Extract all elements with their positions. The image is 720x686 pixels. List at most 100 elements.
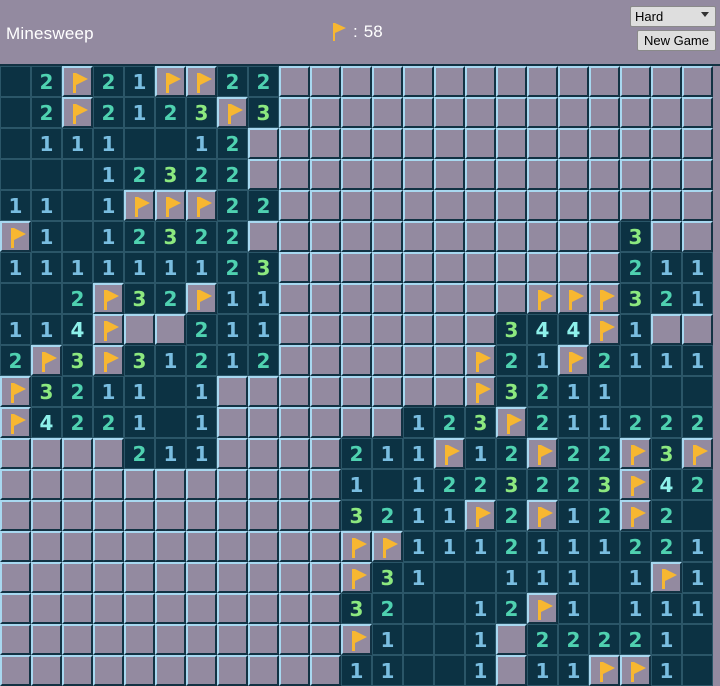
cell-number[interactable]: 2 [155, 97, 186, 128]
cell-hidden[interactable] [403, 128, 434, 159]
cell-number[interactable]: 3 [589, 469, 620, 500]
cell-number[interactable]: 2 [0, 345, 31, 376]
cell-hidden[interactable] [620, 128, 651, 159]
cell-hidden[interactable] [186, 531, 217, 562]
cell-hidden[interactable] [372, 128, 403, 159]
cell-number[interactable]: 1 [620, 314, 651, 345]
cell-number[interactable]: 1 [124, 66, 155, 97]
cell-hidden[interactable] [620, 66, 651, 97]
cell-hidden[interactable] [589, 221, 620, 252]
cell-empty[interactable] [155, 128, 186, 159]
cell-number[interactable]: 3 [620, 221, 651, 252]
cell-number[interactable]: 2 [558, 438, 589, 469]
cell-empty[interactable] [124, 128, 155, 159]
cell-hidden[interactable] [310, 66, 341, 97]
cell-empty[interactable] [403, 655, 434, 686]
cell-hidden[interactable] [217, 562, 248, 593]
cell-hidden[interactable] [310, 500, 341, 531]
cell-hidden[interactable] [217, 655, 248, 686]
cell-flag[interactable] [651, 562, 682, 593]
cell-hidden[interactable] [434, 128, 465, 159]
cell-number[interactable]: 2 [124, 159, 155, 190]
cell-number[interactable]: 3 [496, 314, 527, 345]
cell-number[interactable]: 1 [682, 593, 713, 624]
cell-hidden[interactable] [682, 159, 713, 190]
cell-hidden[interactable] [403, 221, 434, 252]
cell-hidden[interactable] [186, 593, 217, 624]
cell-number[interactable]: 1 [620, 345, 651, 376]
cell-number[interactable]: 2 [93, 97, 124, 128]
cell-hidden[interactable] [279, 562, 310, 593]
cell-hidden[interactable] [341, 190, 372, 221]
cell-number[interactable]: 2 [589, 438, 620, 469]
cell-hidden[interactable] [341, 314, 372, 345]
cell-number[interactable]: 2 [620, 407, 651, 438]
cell-hidden[interactable] [496, 624, 527, 655]
cell-number[interactable]: 1 [651, 593, 682, 624]
cell-flag[interactable] [62, 97, 93, 128]
cell-number[interactable]: 2 [155, 283, 186, 314]
cell-number[interactable]: 1 [558, 593, 589, 624]
cell-hidden[interactable] [372, 376, 403, 407]
cell-number[interactable]: 2 [341, 438, 372, 469]
cell-hidden[interactable] [341, 159, 372, 190]
cell-empty[interactable] [0, 159, 31, 190]
cell-hidden[interactable] [279, 252, 310, 283]
cell-hidden[interactable] [434, 314, 465, 345]
cell-flag[interactable] [62, 66, 93, 97]
cell-number[interactable]: 1 [527, 531, 558, 562]
cell-number[interactable]: 1 [403, 562, 434, 593]
cell-hidden[interactable] [651, 190, 682, 221]
cell-hidden[interactable] [403, 345, 434, 376]
cell-hidden[interactable] [155, 500, 186, 531]
cell-flag[interactable] [558, 345, 589, 376]
cell-hidden[interactable] [248, 407, 279, 438]
cell-hidden[interactable] [124, 531, 155, 562]
cell-number[interactable]: 2 [527, 624, 558, 655]
cell-hidden[interactable] [31, 624, 62, 655]
cell-hidden[interactable] [372, 314, 403, 345]
cell-hidden[interactable] [372, 221, 403, 252]
cell-flag[interactable] [527, 593, 558, 624]
cell-number[interactable]: 1 [651, 655, 682, 686]
cell-hidden[interactable] [558, 252, 589, 283]
cell-hidden[interactable] [527, 159, 558, 190]
cell-number[interactable]: 1 [403, 407, 434, 438]
cell-hidden[interactable] [310, 159, 341, 190]
cell-flag[interactable] [341, 624, 372, 655]
cell-number[interactable]: 2 [62, 376, 93, 407]
cell-hidden[interactable] [310, 376, 341, 407]
cell-number[interactable]: 3 [651, 438, 682, 469]
cell-number[interactable]: 1 [465, 593, 496, 624]
cell-hidden[interactable] [0, 655, 31, 686]
cell-hidden[interactable] [93, 500, 124, 531]
cell-hidden[interactable] [279, 531, 310, 562]
cell-hidden[interactable] [310, 283, 341, 314]
cell-hidden[interactable] [403, 159, 434, 190]
cell-hidden[interactable] [434, 376, 465, 407]
cell-hidden[interactable] [527, 190, 558, 221]
cell-hidden[interactable] [558, 159, 589, 190]
cell-hidden[interactable] [434, 283, 465, 314]
cell-number[interactable]: 3 [124, 283, 155, 314]
cell-hidden[interactable] [217, 376, 248, 407]
cell-number[interactable]: 2 [558, 469, 589, 500]
cell-hidden[interactable] [31, 500, 62, 531]
cell-number[interactable]: 2 [496, 500, 527, 531]
cell-hidden[interactable] [682, 314, 713, 345]
cell-number[interactable]: 3 [372, 562, 403, 593]
cell-number[interactable]: 1 [62, 128, 93, 159]
cell-number[interactable]: 1 [651, 624, 682, 655]
cell-hidden[interactable] [527, 221, 558, 252]
cell-hidden[interactable] [465, 252, 496, 283]
cell-hidden[interactable] [155, 624, 186, 655]
cell-number[interactable]: 1 [620, 593, 651, 624]
cell-empty[interactable] [403, 624, 434, 655]
cell-number[interactable]: 3 [155, 159, 186, 190]
cell-flag[interactable] [620, 469, 651, 500]
cell-hidden[interactable] [341, 376, 372, 407]
cell-empty[interactable] [0, 283, 31, 314]
cell-hidden[interactable] [310, 531, 341, 562]
cell-hidden[interactable] [651, 314, 682, 345]
cell-hidden[interactable] [651, 97, 682, 128]
